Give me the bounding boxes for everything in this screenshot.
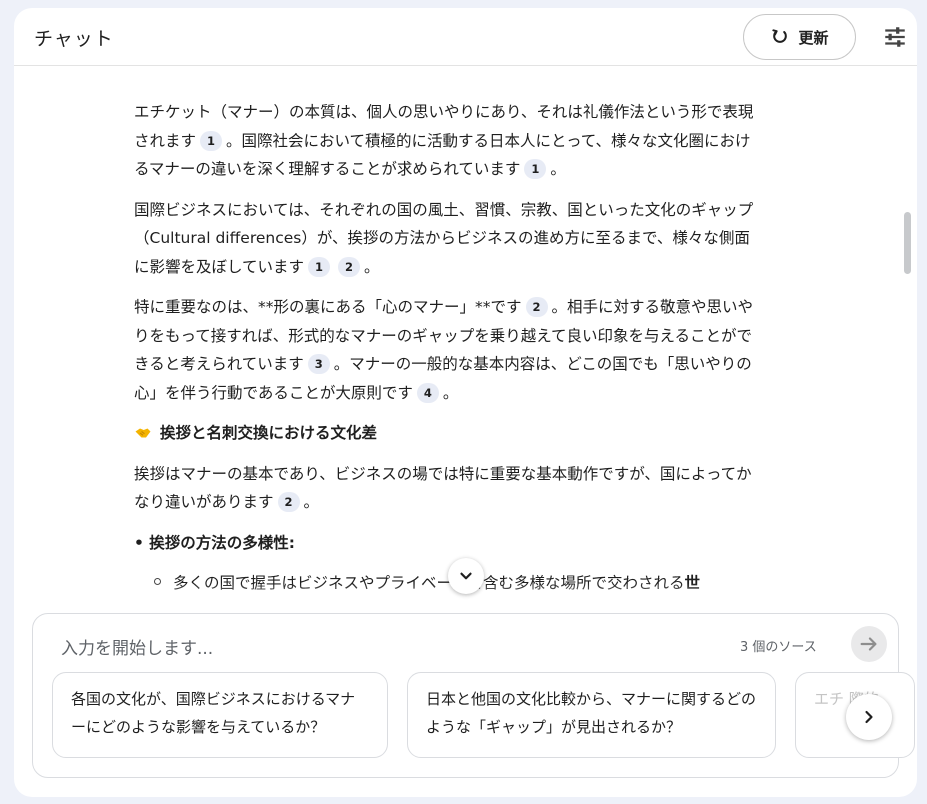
chat-input-box[interactable]: 入力を開始します... 3 個のソース 各国の文化が、国際ビジネスにおけるマナー…: [32, 613, 915, 778]
handshake-icon: [135, 428, 151, 438]
tune-icon[interactable]: [882, 24, 908, 50]
bullet-heading: • 挨拶の方法の多様性:: [134, 533, 296, 552]
suggestion-chip[interactable]: 各国の文化が、国際ビジネスにおけるマナーにどのような影響を与えているか？: [52, 672, 388, 758]
citation-chip[interactable]: 3: [307, 354, 330, 374]
chat-response: エチケット（マナー）の本質は、個人の思いやりにあり、それは礼儀作法という形で表現…: [134, 98, 754, 598]
citation-chip[interactable]: 2: [525, 297, 548, 317]
suggestion-chip[interactable]: 日本と他国の文化比較から、マナーに関するどのような「ギャップ」が見出されるか？: [407, 672, 776, 758]
citation-chip[interactable]: 1: [524, 159, 547, 179]
paragraph-3: 特に重要なのは、**形の裏にある「心のマナー」**です 2 。相手に対する敬意や思い…: [134, 297, 754, 403]
arrow-right-icon: [860, 637, 877, 651]
paragraph-2: 国際ビジネスにおいては、それぞれの国の風土、習慣、宗教、国といった文化のギャップ…: [134, 200, 754, 277]
chat-input[interactable]: 入力を開始します...: [61, 634, 213, 659]
chevron-right-icon: [865, 710, 873, 724]
scrollbar-thumb[interactable]: [904, 212, 911, 274]
next-suggestions-button[interactable]: [846, 694, 892, 740]
citation-chip[interactable]: 2: [338, 256, 361, 277]
citation-chip[interactable]: 2: [277, 492, 300, 512]
send-button[interactable]: [851, 626, 887, 662]
paragraph-4: 挨拶はマナーの基本であり、ビジネスの場では特に重要な基本動作ですが、国によってか…: [134, 464, 752, 512]
scroll-down-button[interactable]: [448, 558, 484, 594]
citation-chip[interactable]: 4: [416, 382, 439, 403]
refresh-icon: [772, 29, 788, 43]
refresh-label: 更新: [798, 28, 829, 47]
refresh-button[interactable]: 更新: [743, 14, 856, 60]
citation-chip[interactable]: 1: [308, 256, 331, 277]
chevron-down-icon: [460, 572, 472, 580]
section-heading: 挨拶と名刺交換における文化差: [134, 419, 754, 448]
chat-title: チャット: [34, 28, 114, 50]
citation-chip[interactable]: 1: [200, 130, 223, 151]
chat-header: チャット 更新: [14, 8, 917, 66]
chat-panel: チャット 更新 エチケット（マナー）の本質は、個人の思いやりにあり、それは礼儀作…: [14, 8, 917, 797]
paragraph-1: エチケット（マナー）の本質は、個人の思いやりにあり、それは礼儀作法という形で表現…: [134, 103, 754, 179]
source-count: 3 個のソース: [740, 640, 817, 655]
